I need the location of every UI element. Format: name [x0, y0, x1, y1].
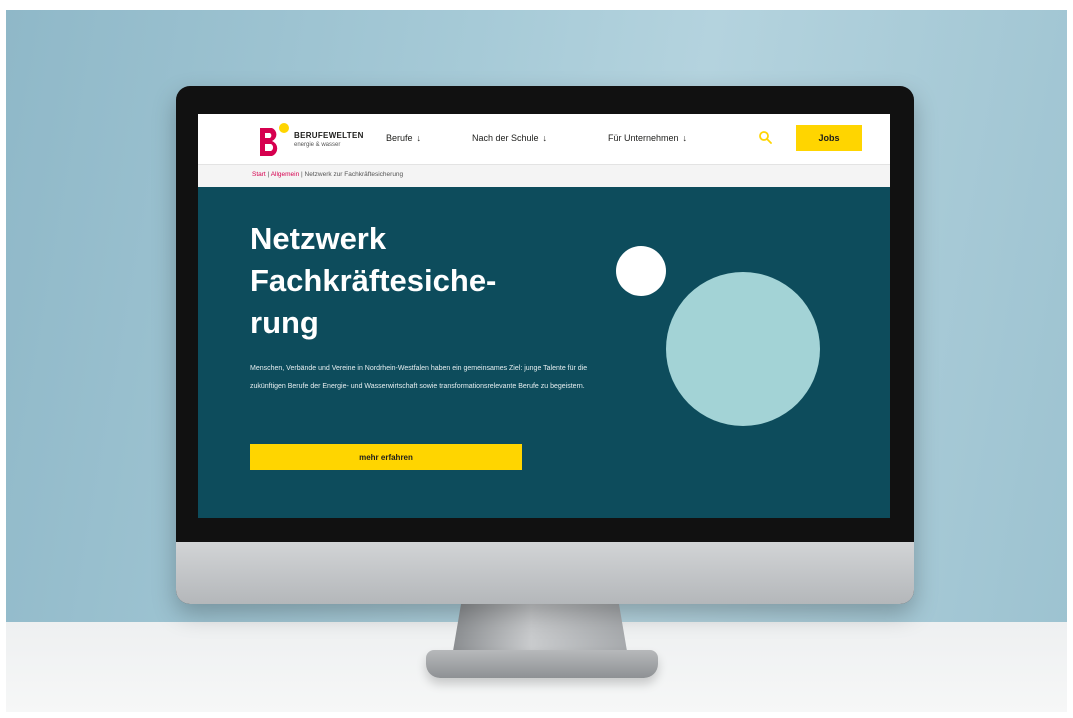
nav-item-nach-der-schule[interactable]: Nach der Schule ↓ [472, 133, 547, 143]
jobs-button[interactable]: Jobs [796, 125, 862, 151]
monitor-chin [176, 542, 914, 604]
brand-logo[interactable]: BERUFEWELTEN energie & wasser [254, 122, 394, 158]
photo-background: BERUFEWELTEN energie & wasser Berufe ↓ Na… [6, 10, 1067, 712]
brand-logo-tagline: energie & wasser [294, 142, 341, 148]
site-header: BERUFEWELTEN energie & wasser Berufe ↓ Na… [198, 114, 890, 164]
decorative-circle-teal [666, 272, 820, 426]
breadcrumb-current: Netzwerk zur Fachkräftesicherung [304, 171, 404, 178]
monitor-stand-neck [452, 595, 628, 657]
monitor: BERUFEWELTEN energie & wasser Berufe ↓ Na… [176, 86, 914, 604]
search-icon[interactable] [758, 130, 772, 144]
breadcrumb: Start | Allgemein | Netzwerk zur Fachkrä… [252, 171, 403, 178]
monitor-stand-base [426, 650, 658, 678]
nav-item-label: Berufe [386, 133, 413, 143]
nav-item-berufe[interactable]: Berufe ↓ [386, 133, 421, 143]
mehr-erfahren-button[interactable]: mehr erfahren [250, 444, 522, 470]
nav-item-label: Für Unternehmen [608, 133, 679, 143]
nav-item-label: Nach der Schule [472, 133, 539, 143]
arrow-down-icon: ↓ [416, 133, 422, 143]
breadcrumb-bar: Start | Allgemein | Netzwerk zur Fachkrä… [198, 164, 890, 187]
brand-logo-name: BERUFEWELTEN [294, 131, 364, 140]
nav-item-fuer-unternehmen[interactable]: Für Unternehmen ↓ [608, 133, 687, 143]
hero-description: Menschen, Verbände und Vereine in Nordrh… [250, 365, 588, 390]
website-screen: BERUFEWELTEN energie & wasser Berufe ↓ Na… [198, 114, 890, 518]
arrow-down-icon: ↓ [542, 133, 548, 143]
arrow-down-icon: ↓ [682, 133, 688, 143]
breadcrumb-link-start[interactable]: Start [252, 171, 266, 178]
brand-logo-mark-icon [260, 123, 289, 156]
decorative-circle-white [616, 246, 666, 296]
hero-title: Netzwerk Fachkräftesiche- rung [250, 221, 497, 340]
breadcrumb-link-allgemein[interactable]: Allgemein [271, 171, 300, 178]
